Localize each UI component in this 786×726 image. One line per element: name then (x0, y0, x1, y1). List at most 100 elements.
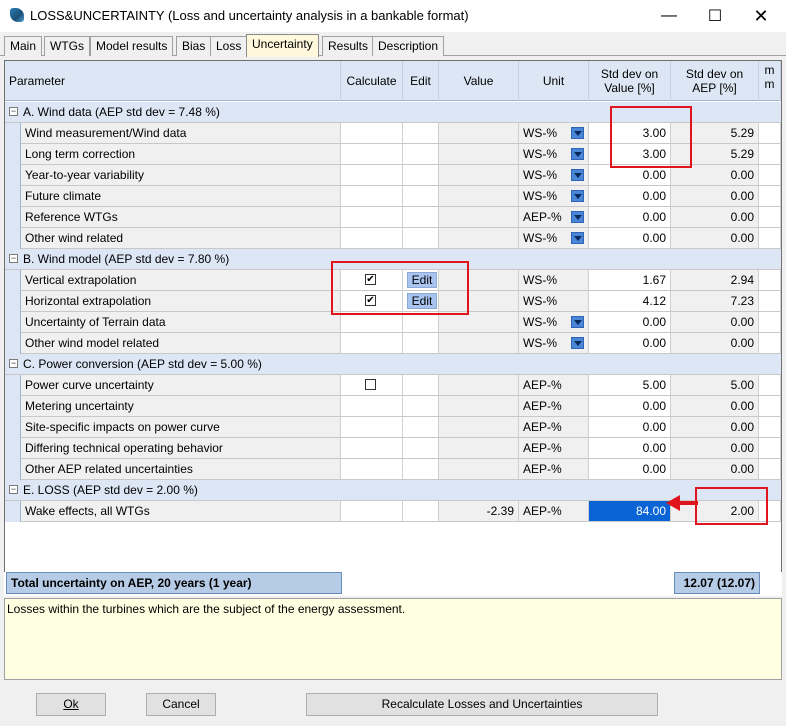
value-cell[interactable] (439, 207, 519, 227)
group-row[interactable]: − B. Wind model (AEP std dev = 7.80 %) (5, 249, 781, 270)
unit-select[interactable]: AEP-% (519, 375, 589, 395)
std-dev-value-cell[interactable]: 0.00 (589, 333, 671, 353)
calculate-checkbox[interactable] (365, 379, 376, 390)
tab-wtgs[interactable]: WTGs (44, 36, 90, 56)
mm-cell[interactable] (759, 207, 781, 227)
edit-cell[interactable] (403, 123, 439, 143)
value-cell[interactable] (439, 375, 519, 395)
std-dev-value-cell[interactable]: 84.00 (589, 501, 671, 521)
mm-cell[interactable] (759, 165, 781, 185)
std-dev-value-cell[interactable]: 0.00 (589, 417, 671, 437)
close-icon[interactable]: ✕ (738, 0, 784, 32)
edit-cell[interactable] (403, 375, 439, 395)
mm-cell[interactable] (759, 333, 781, 353)
edit-cell[interactable] (403, 207, 439, 227)
unit-dropdown-icon[interactable] (571, 169, 584, 181)
unit-select[interactable]: WS-% (519, 228, 589, 248)
unit-dropdown-icon[interactable] (571, 232, 584, 244)
unit-select[interactable]: AEP-% (519, 501, 589, 521)
std-dev-value-cell[interactable]: 5.00 (589, 375, 671, 395)
mm-cell[interactable] (759, 417, 781, 437)
mm-cell[interactable] (759, 438, 781, 458)
mm-cell[interactable] (759, 312, 781, 332)
edit-cell[interactable]: Edit (403, 291, 439, 311)
header-std-value[interactable]: Std dev on Value [%] (589, 61, 671, 101)
header-value[interactable]: Value (439, 61, 519, 101)
mm-cell[interactable] (759, 270, 781, 290)
mm-cell[interactable] (759, 459, 781, 479)
header-edit[interactable]: Edit (403, 61, 439, 101)
std-dev-value-cell[interactable]: 0.00 (589, 207, 671, 227)
ok-button[interactable]: Ok (36, 693, 106, 716)
value-cell[interactable] (439, 417, 519, 437)
std-dev-value-cell[interactable]: 4.12 (589, 291, 671, 311)
mm-cell[interactable] (759, 501, 781, 521)
value-cell[interactable] (439, 228, 519, 248)
tab-model-results[interactable]: Model results (90, 36, 174, 56)
unit-dropdown-icon[interactable] (571, 190, 584, 202)
collapse-toggle-icon[interactable]: − (9, 254, 18, 263)
tab-main[interactable]: Main (4, 36, 43, 56)
value-cell[interactable] (439, 333, 519, 353)
calculate-cell[interactable] (341, 207, 403, 227)
unit-select[interactable]: WS-% (519, 186, 589, 206)
header-mm[interactable]: m m (759, 61, 781, 101)
unit-dropdown-icon[interactable] (571, 316, 584, 328)
mm-cell[interactable] (759, 123, 781, 143)
edit-button[interactable]: Edit (407, 293, 437, 309)
mm-cell[interactable] (759, 228, 781, 248)
value-cell[interactable] (439, 144, 519, 164)
maximize-icon[interactable]: ☐ (692, 0, 738, 32)
value-cell[interactable] (439, 123, 519, 143)
minimize-icon[interactable]: — (646, 0, 692, 32)
group-row[interactable]: − A. Wind data (AEP std dev = 7.48 %) (5, 102, 781, 123)
calculate-cell[interactable] (341, 144, 403, 164)
edit-cell[interactable] (403, 501, 439, 521)
mm-cell[interactable] (759, 144, 781, 164)
calculate-cell[interactable] (341, 165, 403, 185)
calculate-cell[interactable] (341, 333, 403, 353)
unit-select[interactable]: AEP-% (519, 207, 589, 227)
mm-cell[interactable] (759, 375, 781, 395)
tab-bias[interactable]: Bias (176, 36, 212, 56)
tab-description[interactable]: Description (372, 36, 445, 56)
unit-dropdown-icon[interactable] (571, 127, 584, 139)
unit-select[interactable]: AEP-% (519, 417, 589, 437)
calculate-cell[interactable] (341, 417, 403, 437)
mm-cell[interactable] (759, 291, 781, 311)
std-dev-value-cell[interactable]: 3.00 (589, 123, 671, 143)
tab-results[interactable]: Results (322, 36, 375, 56)
unit-dropdown-icon[interactable] (571, 337, 584, 349)
calculate-cell[interactable] (341, 396, 403, 416)
unit-select[interactable]: WS-% (519, 291, 589, 311)
value-cell[interactable] (439, 396, 519, 416)
calculate-cell[interactable] (341, 501, 403, 521)
value-cell[interactable]: -2.39 (439, 501, 519, 521)
collapse-toggle-icon[interactable]: − (9, 485, 18, 494)
calculate-checkbox[interactable]: ✔ (365, 295, 376, 306)
std-dev-value-cell[interactable]: 0.00 (589, 228, 671, 248)
group-row[interactable]: − C. Power conversion (AEP std dev = 5.00… (5, 354, 781, 375)
value-cell[interactable] (439, 270, 519, 290)
edit-cell[interactable] (403, 333, 439, 353)
edit-cell[interactable] (403, 438, 439, 458)
std-dev-value-cell[interactable]: 0.00 (589, 186, 671, 206)
calculate-cell[interactable] (341, 459, 403, 479)
calculate-cell[interactable] (341, 312, 403, 332)
calculate-cell[interactable]: ✔ (341, 291, 403, 311)
std-dev-value-cell[interactable]: 0.00 (589, 165, 671, 185)
value-cell[interactable] (439, 459, 519, 479)
calculate-cell[interactable] (341, 228, 403, 248)
cancel-button[interactable]: Cancel (146, 693, 216, 716)
calculate-checkbox[interactable]: ✔ (365, 274, 376, 285)
tab-uncertainty[interactable]: Uncertainty (246, 34, 319, 57)
unit-select[interactable]: AEP-% (519, 396, 589, 416)
value-cell[interactable] (439, 165, 519, 185)
edit-cell[interactable] (403, 417, 439, 437)
edit-cell[interactable] (403, 396, 439, 416)
unit-select[interactable]: AEP-% (519, 459, 589, 479)
edit-cell[interactable] (403, 165, 439, 185)
unit-select[interactable]: WS-% (519, 333, 589, 353)
header-std-aep[interactable]: Std dev on AEP [%] (671, 61, 759, 101)
calculate-cell[interactable] (341, 375, 403, 395)
